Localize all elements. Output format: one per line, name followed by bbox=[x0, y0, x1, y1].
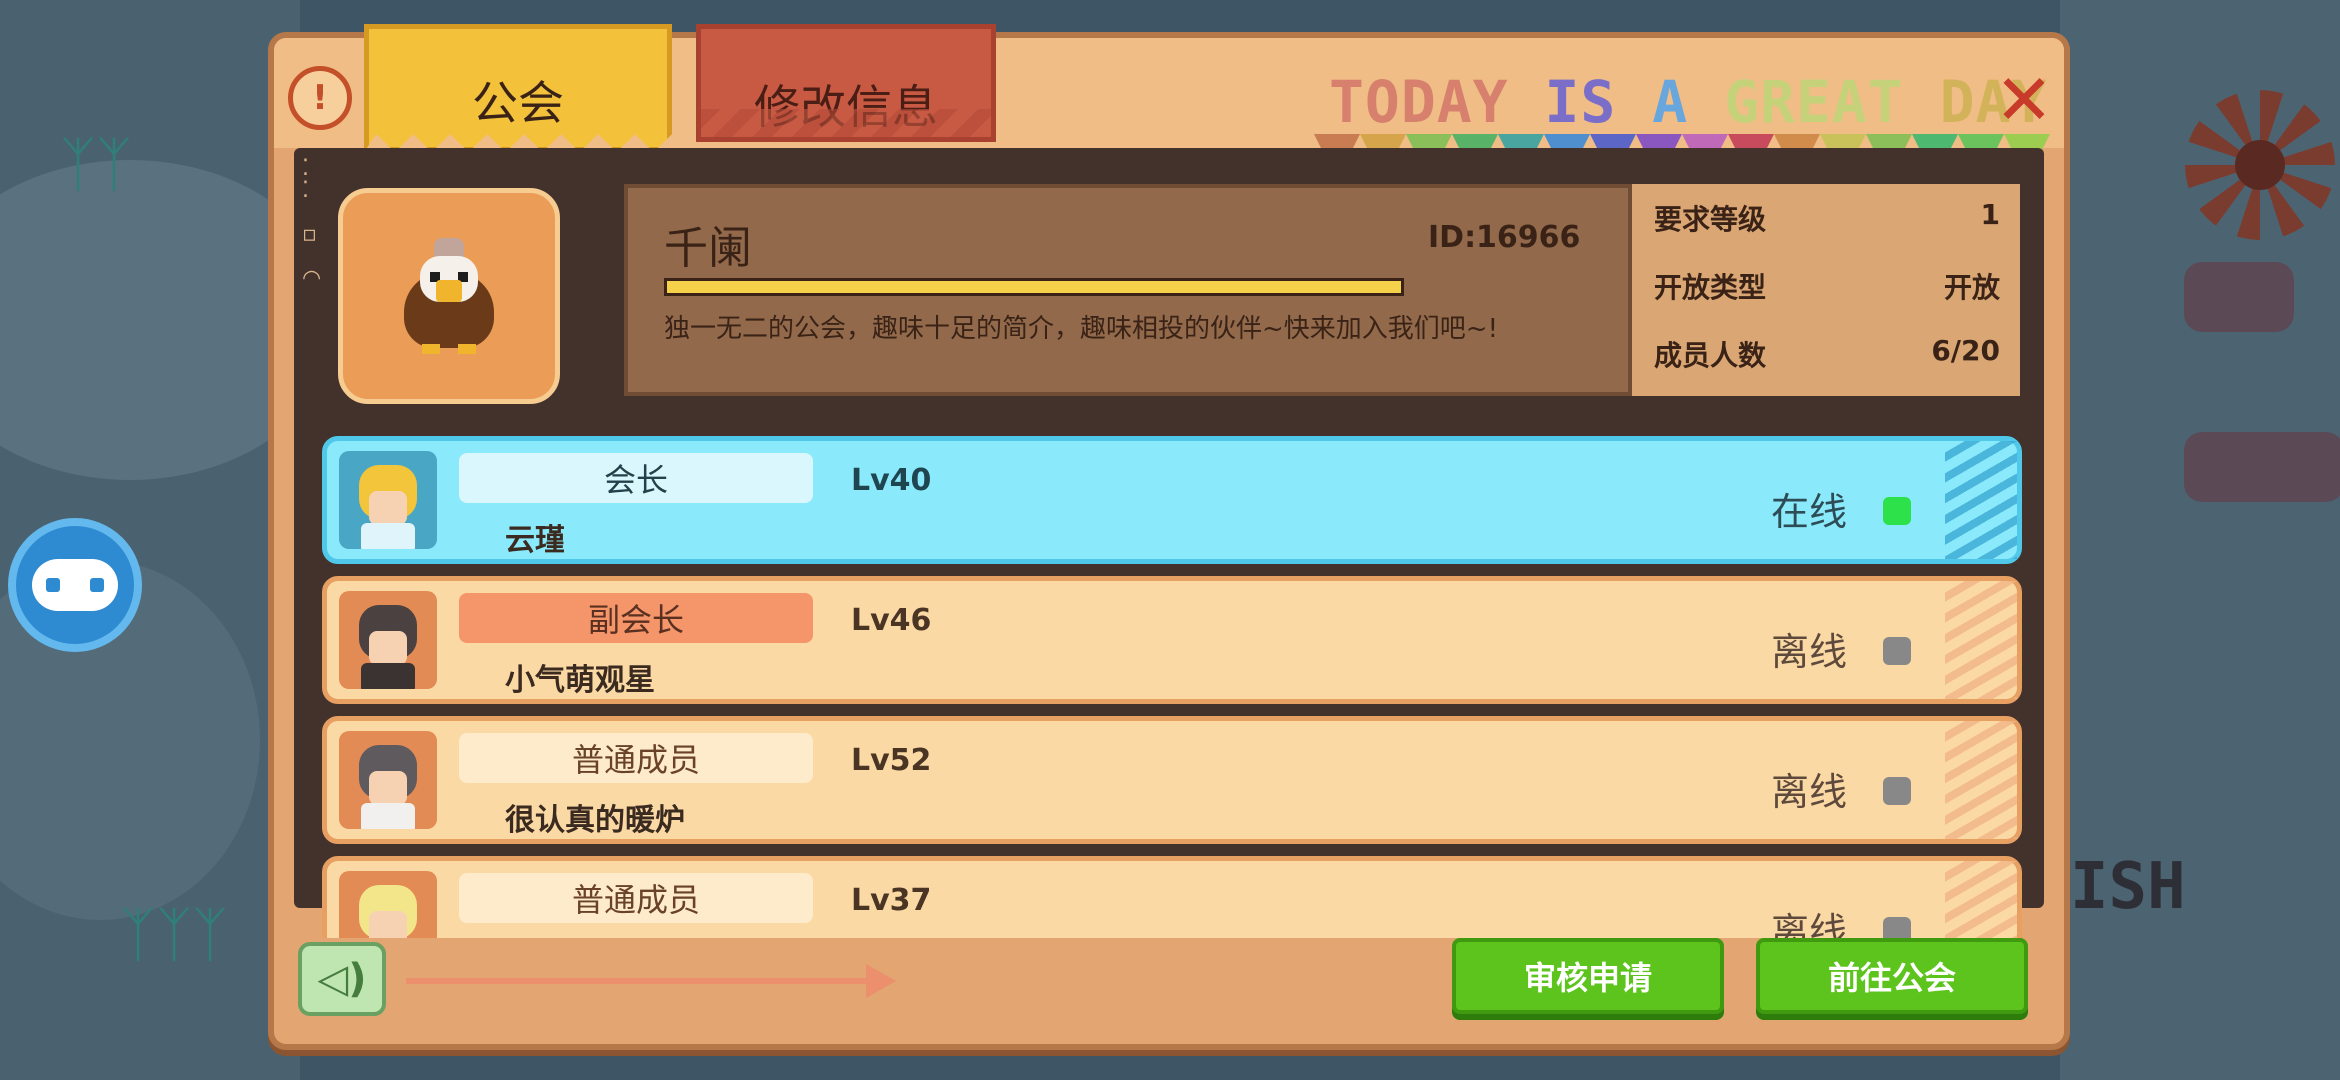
member-name: 云瑾 bbox=[505, 523, 565, 558]
member-status: 在线 bbox=[1770, 490, 1847, 534]
member-name: 小气萌观星 bbox=[505, 663, 655, 698]
member-row[interactable]: 会长 云瑾 Lv40 在线 bbox=[322, 436, 2022, 564]
guild-emblem bbox=[338, 188, 560, 404]
guild-name: 千阑 bbox=[664, 223, 752, 274]
banner-word: GREAT bbox=[1724, 68, 1940, 136]
member-name: 很认真的暖炉 bbox=[505, 803, 685, 838]
member-list[interactable]: 会长 云瑾 Lv40 在线 副会长 小气萌观星 Lv46 离线 普通成员 很认真… bbox=[322, 436, 2022, 938]
stat-open-type: 开放类型 开放 bbox=[1654, 271, 2000, 304]
arrow-decoration bbox=[406, 964, 896, 998]
avatar bbox=[339, 591, 437, 689]
member-level: Lv46 bbox=[851, 603, 932, 638]
tab-edit-info[interactable]: 修改信息 bbox=[696, 24, 996, 142]
member-row[interactable]: 普通成员 很认真的暖炉 Lv52 离线 bbox=[322, 716, 2022, 844]
member-row[interactable]: 副会长 小气萌观星 Lv46 离线 bbox=[322, 576, 2022, 704]
guild-stats: 要求等级 1 开放类型 开放 成员人数 6/20 bbox=[1628, 184, 2020, 396]
member-role: 普通成员 bbox=[459, 733, 813, 783]
voice-icon[interactable]: ◁) bbox=[298, 942, 386, 1016]
gamepad-icon bbox=[32, 559, 118, 611]
member-role: 会长 bbox=[459, 453, 813, 503]
banner-word: TODAY bbox=[1329, 68, 1545, 136]
avatar bbox=[339, 451, 437, 549]
offline-status-dot bbox=[1883, 637, 1911, 665]
stat-member-count: 成员人数 6/20 bbox=[1654, 334, 2000, 372]
avatar bbox=[339, 731, 437, 829]
guild-info-card: 千阑 ID:16966 独一无二的公会，趣味十足的简介，趣味相投的伙伴~快来加入… bbox=[624, 184, 2020, 396]
close-icon[interactable]: ✕ bbox=[1990, 65, 2058, 136]
tab-guild[interactable]: 公会 bbox=[364, 24, 672, 152]
review-applications-button[interactable]: 审核申请 bbox=[1452, 938, 1724, 1014]
footer-bar: ◁) 审核申请 前往公会 bbox=[294, 912, 2044, 1032]
go-to-guild-button[interactable]: 前往公会 bbox=[1756, 938, 2028, 1014]
stat-required-level: 要求等级 1 bbox=[1654, 198, 2000, 236]
member-status: 离线 bbox=[1770, 770, 1847, 814]
guild-id: ID:16966 bbox=[1428, 220, 1581, 255]
guild-panel: ! 公会 修改信息 TODAY IS A GREAT DAY ✕ ⁚ ⁚ ▫ ◠ 千阑… bbox=[268, 24, 2070, 1050]
online-status-dot bbox=[1883, 497, 1911, 525]
guild-exp-bar bbox=[664, 278, 1404, 296]
offline-status-dot bbox=[1883, 777, 1911, 805]
tab-guild-label: 公会 bbox=[472, 76, 564, 130]
banner-word: A bbox=[1652, 68, 1725, 136]
banner-word: IS bbox=[1544, 68, 1653, 136]
member-status: 离线 bbox=[1770, 630, 1847, 674]
gamepad-button[interactable] bbox=[8, 518, 142, 652]
member-level: Lv40 bbox=[851, 463, 932, 498]
member-role: 副会长 bbox=[459, 593, 813, 643]
info-icon[interactable]: ! bbox=[288, 66, 352, 130]
tab-edit-info-label: 修改信息 bbox=[754, 80, 938, 134]
banner-slogan: TODAY IS A GREAT DAY bbox=[1329, 68, 2047, 136]
guild-description: 独一无二的公会，趣味十足的简介，趣味相投的伙伴~快来加入我们吧~! bbox=[664, 314, 1498, 344]
guild-emblem-chicken-icon bbox=[394, 236, 504, 356]
member-level: Lv52 bbox=[851, 743, 932, 778]
